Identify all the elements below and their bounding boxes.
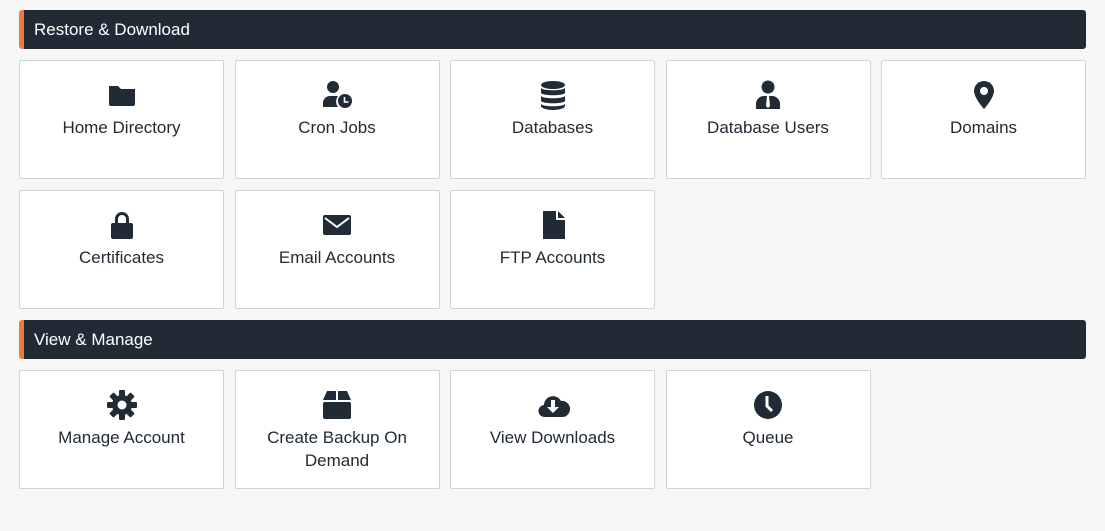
tile-label: Domains — [949, 118, 1018, 137]
user-clock-icon — [236, 79, 439, 111]
tile-home-directory[interactable]: Home Directory — [19, 60, 224, 179]
database-icon — [451, 79, 654, 111]
view-manage-grid: Manage Account Create Backup On Demand V… — [19, 370, 1086, 489]
tile-label: Cron Jobs — [298, 118, 376, 137]
tile-label: Email Accounts — [278, 248, 396, 267]
tile-queue[interactable]: Queue — [665, 370, 871, 489]
file-icon — [451, 209, 654, 241]
envelope-icon — [236, 209, 439, 241]
tile-label: Certificates — [78, 248, 165, 267]
box-icon — [236, 389, 439, 421]
tile-label: Queue — [742, 428, 794, 447]
tile-label: Manage Account — [58, 428, 185, 447]
map-marker-icon — [882, 79, 1085, 111]
tile-label: Databases — [511, 118, 594, 137]
tile-view-downloads[interactable]: View Downloads — [450, 370, 655, 489]
tile-database-users[interactable]: Database Users — [665, 60, 871, 179]
folder-icon — [20, 79, 223, 111]
tile-certificates[interactable]: Certificates — [19, 190, 224, 309]
section-header-restore-download: Restore & Download — [19, 10, 1086, 49]
gear-icon — [20, 389, 223, 421]
tile-label: Create Backup On Demand — [267, 428, 407, 470]
lock-icon — [20, 209, 223, 241]
tile-email-accounts[interactable]: Email Accounts — [234, 190, 440, 309]
tile-label: View Downloads — [489, 428, 616, 447]
tile-manage-account[interactable]: Manage Account — [19, 370, 224, 489]
clock-icon — [667, 389, 870, 421]
user-tie-icon — [667, 79, 870, 111]
restore-download-grid: Home Directory Cron Jobs Databases Datab… — [19, 60, 1086, 309]
tile-label: Database Users — [707, 118, 829, 137]
tile-databases[interactable]: Databases — [450, 60, 655, 179]
tile-cron-jobs[interactable]: Cron Jobs — [234, 60, 440, 179]
page: Restore & Download Home Directory Cron J… — [19, 10, 1086, 500]
tile-ftp-accounts[interactable]: FTP Accounts — [450, 190, 655, 309]
tile-label: Home Directory — [62, 118, 181, 137]
section-header-view-manage: View & Manage — [19, 320, 1086, 359]
tile-domains[interactable]: Domains — [881, 60, 1086, 179]
cloud-download-icon — [451, 389, 654, 421]
tile-label: FTP Accounts — [499, 248, 606, 267]
tile-create-backup[interactable]: Create Backup On Demand — [234, 370, 440, 489]
